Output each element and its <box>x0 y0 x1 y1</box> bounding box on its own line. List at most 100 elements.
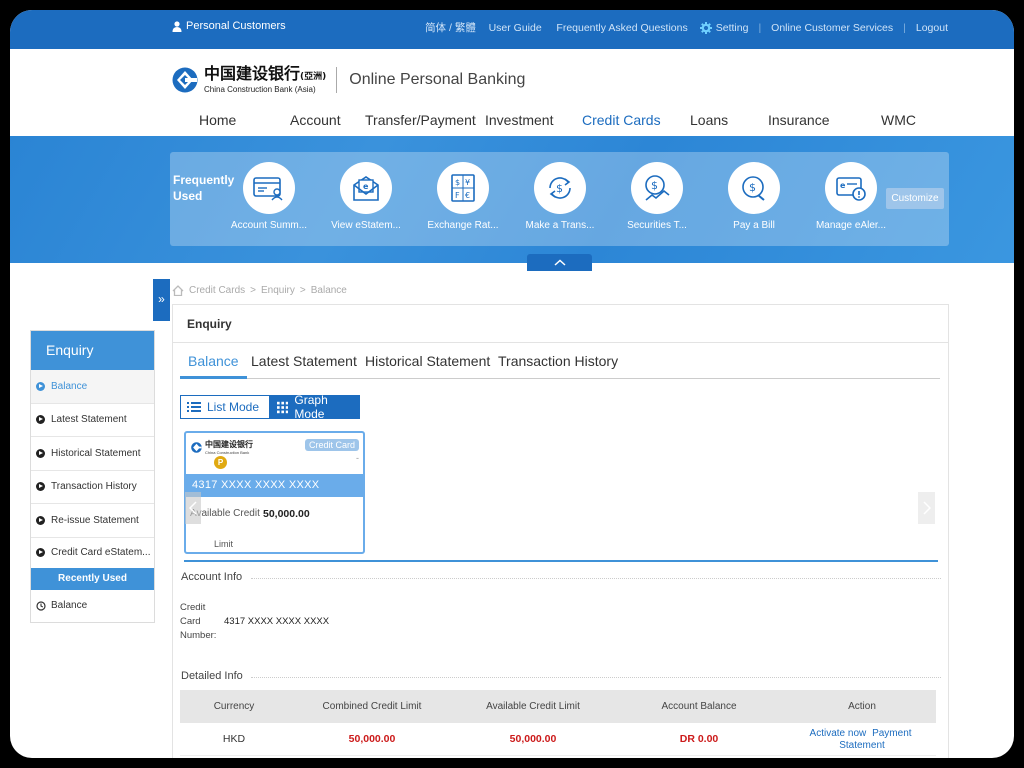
nav-credit-cards[interactable]: Credit Cards <box>582 112 661 128</box>
arrow-circle-icon <box>36 482 45 492</box>
logo-divider <box>336 67 338 93</box>
customize-button[interactable]: Customize <box>886 188 944 209</box>
svg-text:$: $ <box>556 182 563 195</box>
breadcrumb-credit-cards[interactable]: Credit Cards <box>189 285 245 296</box>
account-info-heading: Account Info <box>181 571 943 583</box>
quick-view-estatement[interactable]: e View eStatem... <box>324 162 408 231</box>
column-header: Combined Credit Limit <box>322 701 422 712</box>
sidebar-item-transaction-history[interactable]: Transaction History <box>31 471 154 504</box>
frequently-used-banner: Frequently Used Account Summ... e View e… <box>10 136 1014 263</box>
recent-item-balance[interactable]: Balance <box>31 590 154 622</box>
svg-text:$: $ <box>455 178 460 187</box>
account-balance-cell: DR 0.00 <box>679 733 719 745</box>
credit-card-number-value: 4317 XXXX XXXX XXXX <box>224 616 330 627</box>
arrow-circle-icon <box>36 548 45 557</box>
statement-link[interactable]: Statement <box>839 740 885 751</box>
svg-text:¥: ¥ <box>465 178 470 187</box>
column-header: Currency <box>213 701 255 712</box>
quick-label: Account Summ... <box>230 220 308 231</box>
currency-cell: HKD <box>222 733 246 745</box>
combined-limit-cell: 50,000.00 <box>348 733 396 745</box>
nav-transfer-payment[interactable]: Transfer/Payment <box>365 112 476 128</box>
setting-link[interactable]: Setting <box>716 22 749 34</box>
breadcrumb-enquiry[interactable]: Enquiry <box>261 285 295 296</box>
sidebar-item-credit-card-estatement[interactable]: Credit Card eStatem... <box>31 538 154 568</box>
user-guide-link[interactable]: User Guide <box>489 22 542 34</box>
section-divider <box>184 560 938 562</box>
activate-now-link[interactable]: Activate now <box>810 728 867 739</box>
limit-label: Limit <box>214 539 234 549</box>
graph-mode-label: Graph Mode <box>294 393 328 421</box>
chevron-right-icon <box>922 501 931 515</box>
list-mode-button[interactable]: List Mode <box>180 395 270 419</box>
collapse-banner-button[interactable] <box>527 254 592 271</box>
available-limit-cell: 50,000.00 <box>509 733 557 745</box>
bank-name-cn-suffix: (亞洲) <box>300 72 327 82</box>
carousel-prev-button[interactable] <box>185 492 201 524</box>
quick-pay-bill[interactable]: $ Pay a Bill <box>712 162 796 231</box>
sidebar-item-label: Re-issue Statement <box>51 514 139 526</box>
sidebar-item-latest-statement[interactable]: Latest Statement <box>31 404 154 437</box>
detailed-info-heading: Detailed Info <box>181 670 939 682</box>
svg-text:$: $ <box>651 179 658 192</box>
tab-latest-statement[interactable]: Latest Statement <box>251 353 357 379</box>
graph-mode-button[interactable]: Graph Mode <box>270 393 360 421</box>
gear-icon <box>699 21 712 34</box>
quick-securities-trading[interactable]: $ Securities T... <box>615 162 699 231</box>
account-summary-icon <box>253 177 283 201</box>
nav-insurance[interactable]: Insurance <box>768 112 829 128</box>
label-line: Card <box>180 616 201 627</box>
arrow-circle-icon <box>36 415 45 425</box>
tab-historical-statement[interactable]: Historical Statement <box>365 353 490 379</box>
svg-text:e: e <box>840 181 846 190</box>
payment-link[interactable]: Payment <box>872 728 911 739</box>
nav-account[interactable]: Account <box>290 112 341 128</box>
quick-exchange-rate[interactable]: $ ¥ F € Exchange Rat... <box>421 162 505 231</box>
label-line: Credit <box>180 602 206 613</box>
sidebar-item-label: Latest Statement <box>51 414 127 426</box>
nav-investment[interactable]: Investment <box>485 112 553 128</box>
quick-manage-ealert[interactable]: e Manage eAler... <box>809 162 893 231</box>
estatement-icon: e <box>353 176 379 201</box>
sidebar-item-label: Credit Card eStatem... <box>51 547 151 558</box>
transfer-icon: $ <box>549 177 571 199</box>
clock-icon <box>36 600 46 611</box>
quick-label: Manage eAler... <box>815 220 887 231</box>
nav-wmc[interactable]: WMC <box>881 112 916 128</box>
sidebar-toggle[interactable]: » <box>153 279 170 321</box>
sidebar: Enquiry Balance Latest Statement Histori… <box>30 330 155 623</box>
label-line: Number: <box>180 630 217 641</box>
language-switch[interactable]: 简体 / 繁體 <box>425 20 476 35</box>
quick-make-transfer[interactable]: $ Make a Trans... <box>518 162 602 231</box>
quick-label: Pay a Bill <box>733 220 775 231</box>
faq-link[interactable]: Frequently Asked Questions <box>556 22 687 34</box>
sidebar-item-historical-statement[interactable]: Historical Statement <box>31 437 154 471</box>
credit-card-tile[interactable]: 中国建设银行 China Construction Bank Credit Ca… <box>184 431 365 554</box>
arrow-circle-icon <box>36 381 45 391</box>
column-header: Available Credit Limit <box>486 701 580 712</box>
card-dash: - <box>356 453 359 463</box>
card-bank-en: China Construction Bank <box>205 450 250 455</box>
sidebar-item-reissue-statement[interactable]: Re-issue Statement <box>31 504 154 538</box>
quick-account-summary[interactable]: Account Summ... <box>227 162 311 231</box>
enquiry-tabs: Balance Latest Statement Historical Stat… <box>180 353 940 379</box>
chevron-left-icon <box>189 501 197 515</box>
sidebar-title: Enquiry <box>31 331 154 370</box>
tab-balance[interactable]: Balance <box>180 353 247 379</box>
ccb-logo-icon <box>172 67 198 93</box>
tab-transaction-history[interactable]: Transaction History <box>498 353 618 379</box>
personal-customers-label: Personal Customers <box>186 20 286 32</box>
list-mode-label: List Mode <box>207 400 260 414</box>
sidebar-item-balance[interactable]: Balance <box>31 370 154 404</box>
carousel-next-button[interactable] <box>918 492 935 524</box>
svg-text:e: e <box>363 182 369 191</box>
sidebar-item-label: Historical Statement <box>51 447 141 459</box>
svg-text:€: € <box>465 191 470 200</box>
logout-link[interactable]: Logout <box>916 22 948 34</box>
ealert-icon: e <box>836 177 866 201</box>
bank-logo[interactable]: 中国建设银行(亞洲) China Construction Bank (Asia… <box>172 66 525 94</box>
nav-loans[interactable]: Loans <box>690 112 728 128</box>
nav-home[interactable]: Home <box>199 112 236 128</box>
personal-customers[interactable]: Personal Customers <box>172 20 286 32</box>
online-customer-services-link[interactable]: Online Customer Services <box>771 22 893 34</box>
